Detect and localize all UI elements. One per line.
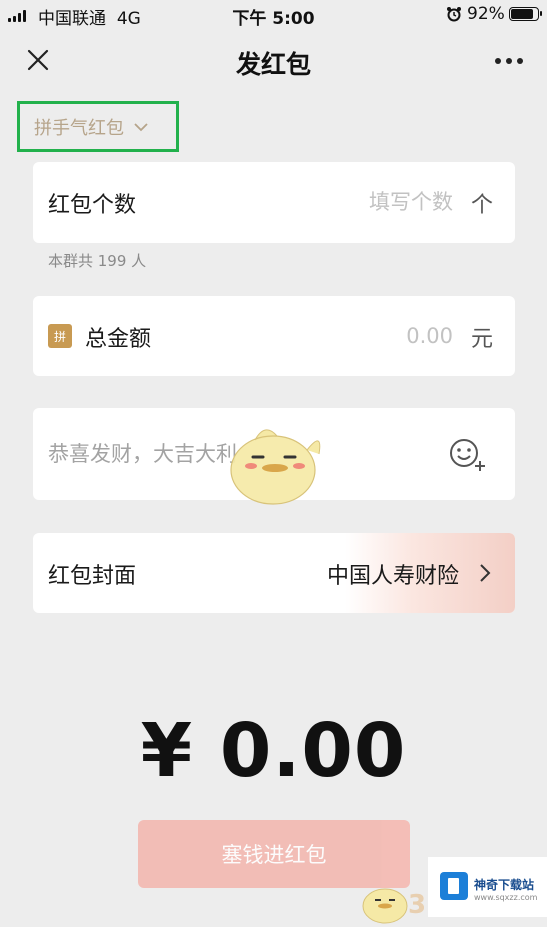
more-icon[interactable]: [494, 57, 524, 65]
packet-count-label: 红包个数: [48, 193, 137, 218]
total-amount-card: 拼 总金额 元: [33, 296, 515, 376]
random-badge-icon: 拼: [48, 324, 72, 348]
emoji-add-icon[interactable]: [447, 435, 487, 475]
cover-label: 红包封面: [48, 564, 137, 589]
greeting-input[interactable]: [48, 438, 418, 470]
amount-input[interactable]: [313, 320, 453, 352]
packet-type-dropdown[interactable]: 拼手气红包: [17, 101, 179, 152]
chevron-down-icon: [134, 122, 148, 131]
close-icon[interactable]: [26, 48, 50, 72]
packet-type-label: 拼手气红包: [34, 117, 124, 139]
cover-value: 中国人寿财险: [326, 564, 459, 589]
total-amount-display: ¥ 0.00: [140, 708, 407, 794]
greeting-card: [33, 408, 515, 500]
page-title: 发红包: [235, 50, 311, 79]
amount-unit: 元: [470, 327, 493, 352]
submit-button[interactable]: 塞钱进红包: [138, 820, 410, 888]
battery-icon: [509, 7, 542, 21]
packet-count-unit: 个: [470, 193, 493, 218]
battery-percent: 92%: [467, 4, 505, 24]
cover-row[interactable]: 红包封面 中国人寿财险: [33, 533, 515, 613]
alarm-icon: [447, 7, 461, 22]
watermark-logo: 神奇下载站 www.sqxzz.com: [428, 857, 547, 917]
nav-bar: 发红包: [0, 30, 547, 90]
logo-url: www.sqxzz.com: [474, 893, 538, 902]
packet-count-input[interactable]: [293, 186, 453, 218]
status-time: 下午 5:00: [232, 9, 315, 29]
status-bar: 中国联通 4G 下午 5:00 92%: [0, 0, 547, 30]
chevron-right-icon: [480, 564, 491, 582]
group-member-note: 本群共 199 人: [48, 252, 147, 270]
packet-count-card: 红包个数 个: [33, 162, 515, 243]
total-amount-label: 总金额: [85, 327, 152, 352]
logo-title: 神奇下载站: [474, 878, 535, 892]
logo-cube-icon: [440, 872, 468, 900]
